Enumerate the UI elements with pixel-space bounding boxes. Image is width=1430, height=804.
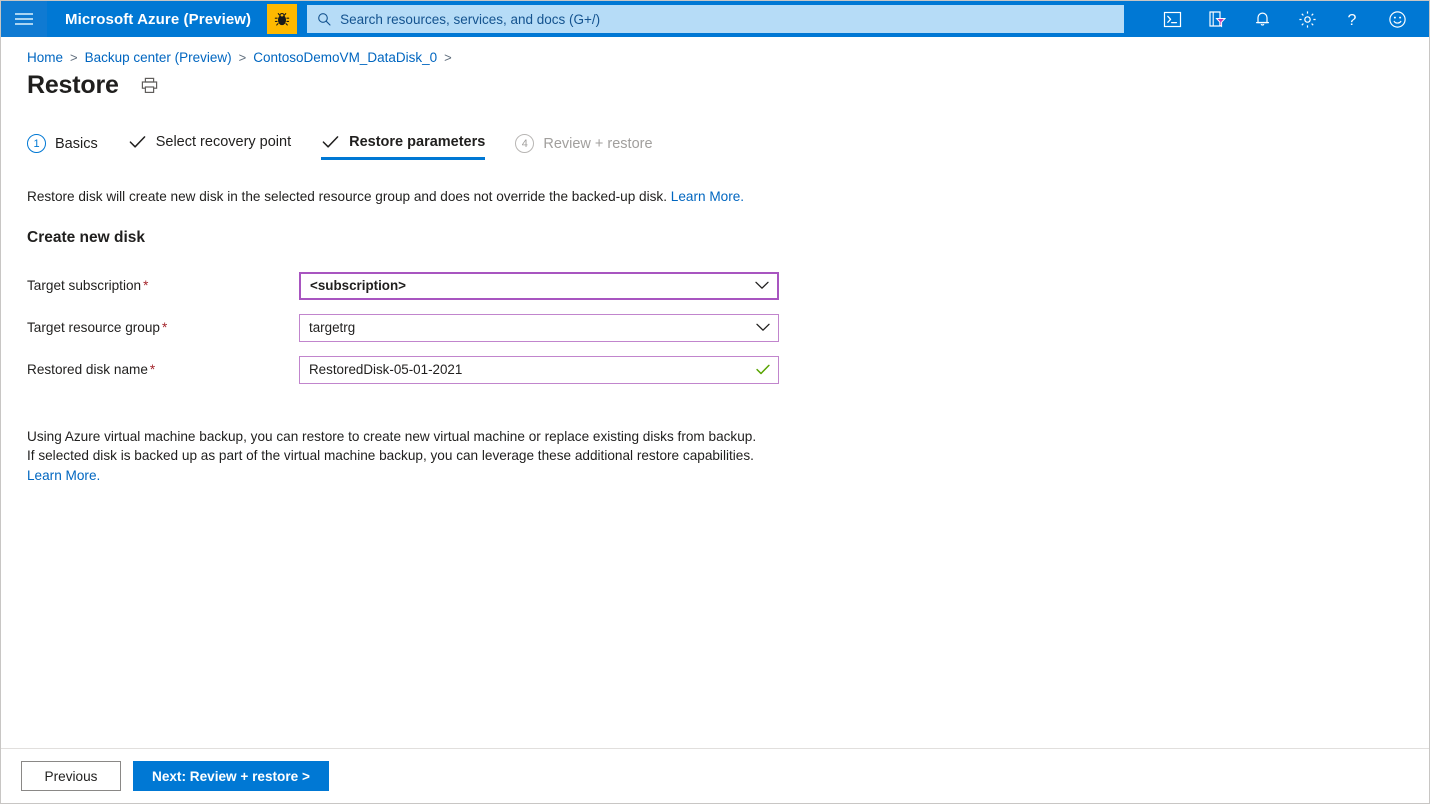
azure-brand-title[interactable]: Microsoft Azure (Preview) xyxy=(47,11,265,28)
target-resource-group-value: targetrg xyxy=(309,320,356,336)
feedback-smiley-icon[interactable] xyxy=(1375,1,1419,37)
label-text: Target resource group xyxy=(27,320,160,336)
notifications-bell-icon[interactable] xyxy=(1240,1,1284,37)
required-asterisk: * xyxy=(162,320,168,336)
directory-filter-icon[interactable] xyxy=(1195,1,1239,37)
note-learn-more-link[interactable]: Learn More. xyxy=(27,468,100,483)
printer-icon[interactable] xyxy=(137,73,163,99)
restore-intro-text: Restore disk will create new disk in the… xyxy=(27,187,1429,207)
wizard-step-review-restore[interactable]: 4 Review + restore xyxy=(515,134,668,163)
breadcrumb-item-home[interactable]: Home xyxy=(27,50,63,65)
wizard-step-basics[interactable]: 1 Basics xyxy=(27,134,114,163)
wizard-footer: Previous Next: Review + restore > xyxy=(1,748,1429,803)
wizard-step-restore-parameters[interactable]: Restore parameters xyxy=(321,134,501,160)
chevron-down-icon xyxy=(756,323,770,332)
vm-backup-note-text: Using Azure virtual machine backup, you … xyxy=(27,427,767,486)
wizard-step-label: Review + restore xyxy=(543,135,653,152)
wizard-steps: 1 Basics Select recovery point Restore p… xyxy=(1,100,1429,163)
page-title-row: Restore xyxy=(1,65,1429,100)
breadcrumb-separator: > xyxy=(238,50,247,65)
breadcrumb-item-backup-center[interactable]: Backup center (Preview) xyxy=(85,50,232,65)
global-search-input[interactable]: Search resources, services, and docs (G+… xyxy=(307,5,1125,33)
vm-backup-note-body: Using Azure virtual machine backup, you … xyxy=(27,428,757,464)
form-row-restored-disk-name: Restored disk name * RestoredDisk-05-01-2… xyxy=(27,349,1429,391)
chevron-down-icon xyxy=(755,281,769,290)
restored-disk-name-value: RestoredDisk-05-01-2021 xyxy=(309,362,463,378)
breadcrumb-separator: > xyxy=(70,50,78,65)
main-content: Restore disk will create new disk in the… xyxy=(1,187,1429,486)
label-text: Target subscription xyxy=(27,278,142,294)
label-restored-disk-name: Restored disk name * xyxy=(27,362,299,377)
valid-check-icon xyxy=(756,364,770,375)
target-subscription-dropdown[interactable]: <subscription> xyxy=(299,271,779,300)
settings-gear-icon[interactable] xyxy=(1285,1,1329,37)
hamburger-icon[interactable] xyxy=(1,1,47,37)
restored-disk-name-input[interactable]: RestoredDisk-05-01-2021 xyxy=(299,355,779,384)
previous-button[interactable]: Previous xyxy=(21,761,121,791)
required-asterisk: * xyxy=(149,362,156,378)
wizard-step-label: Basics xyxy=(55,135,98,152)
intro-learn-more-link[interactable]: Learn More. xyxy=(671,189,744,204)
search-icon xyxy=(318,13,331,26)
step-number-badge: 4 xyxy=(515,134,535,153)
header-actions: ? xyxy=(1150,1,1429,37)
next-review-restore-button[interactable]: Next: Review + restore > xyxy=(133,761,329,791)
page-title: Restore xyxy=(27,71,119,99)
breadcrumb-separator: > xyxy=(444,50,452,65)
svg-text:?: ? xyxy=(1348,12,1357,29)
global-header: Microsoft Azure (Preview) Search resourc… xyxy=(1,1,1429,37)
wizard-step-select-recovery-point[interactable]: Select recovery point xyxy=(128,134,307,160)
help-question-icon[interactable]: ? xyxy=(1330,1,1374,37)
restore-intro-body: Restore disk will create new disk in the… xyxy=(27,189,671,204)
wizard-step-label: Restore parameters xyxy=(349,134,486,150)
cloud-shell-icon[interactable] xyxy=(1150,1,1194,37)
form-row-target-resource-group: Target resource group * targetrg xyxy=(27,307,1429,349)
step-number-badge: 1 xyxy=(27,134,46,153)
target-subscription-value: <subscription> xyxy=(310,278,406,294)
global-search-placeholder: Search resources, services, and docs (G+… xyxy=(340,11,601,27)
form-row-target-subscription: Target subscription * <subscription> xyxy=(27,265,1429,307)
create-disk-form: Target subscription * <subscription> Targ… xyxy=(27,265,1429,391)
target-resource-group-dropdown[interactable]: targetrg xyxy=(299,313,779,342)
breadcrumb-item-datadisk[interactable]: ContosoDemoVM_DataDisk_0 xyxy=(253,50,437,65)
label-target-resource-group: Target resource group * xyxy=(27,320,299,335)
section-title-create-new-disk: Create new disk xyxy=(27,228,146,246)
wizard-step-label: Select recovery point xyxy=(155,134,292,150)
required-asterisk: * xyxy=(143,278,149,294)
label-target-subscription: Target subscription * xyxy=(27,278,299,293)
bug-icon[interactable] xyxy=(267,4,298,34)
check-icon xyxy=(321,135,340,149)
breadcrumb: Home > Backup center (Preview) > Contoso… xyxy=(1,37,1429,65)
check-icon xyxy=(128,135,147,149)
label-text: Restored disk name xyxy=(27,362,148,378)
